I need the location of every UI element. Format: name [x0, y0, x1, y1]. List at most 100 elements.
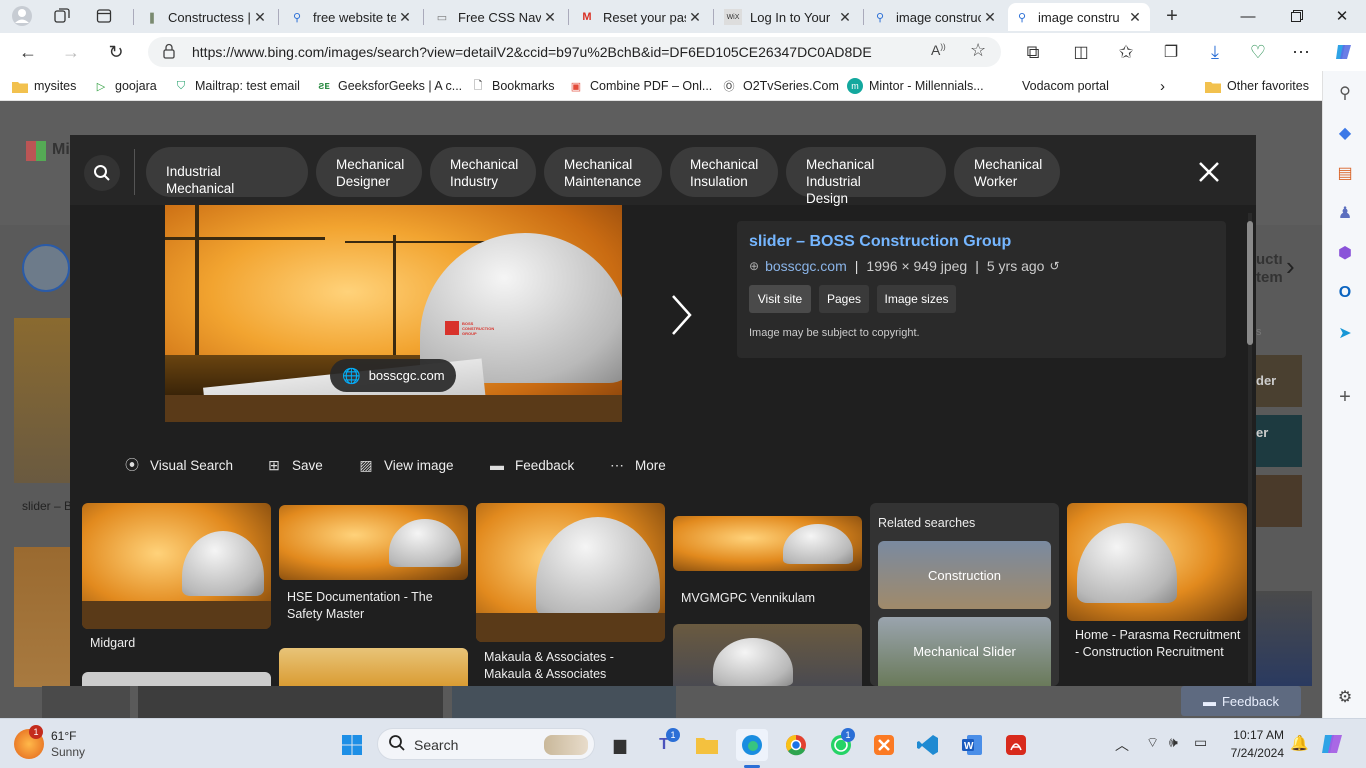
domain-link[interactable]: bosscgc.com — [765, 258, 847, 274]
bg-next-chevron-icon[interactable]: › — [1286, 251, 1295, 282]
result-thumb-midgard[interactable] — [82, 503, 271, 629]
result-caption[interactable]: MVGMGPC Vennikulam — [681, 590, 815, 607]
acrobat-icon[interactable] — [1000, 729, 1032, 761]
result-thumb-partial[interactable] — [82, 672, 271, 686]
bookmark-geeksforgeeks[interactable]: ƨᴇ GeeksforGeeks | A c... — [316, 78, 462, 94]
bg-thumb-left[interactable] — [14, 318, 70, 483]
image-title-link[interactable]: slider – BOSS Construction Group — [749, 233, 1011, 251]
url-box[interactable]: https://www.bing.com/images/search?view=… — [148, 37, 1001, 67]
chip-mechanical-designer[interactable]: Mechanical Designer — [316, 147, 422, 197]
feedback-button[interactable]: ▬ Feedback — [487, 455, 574, 475]
result-caption[interactable]: Midgard — [90, 635, 135, 652]
next-image-chevron-icon[interactable] — [666, 290, 696, 340]
bookmark-mailtrap[interactable]: ⛉ Mailtrap: test email — [173, 78, 300, 94]
split-screen-icon[interactable]: ◫ — [1067, 39, 1095, 65]
collections-icon[interactable]: ❐ — [1157, 39, 1185, 65]
close-overlay-icon[interactable] — [1194, 157, 1224, 187]
tab-wix-login[interactable]: WiX Log In to Your ✕ — [718, 3, 860, 31]
notification-bell-icon[interactable]: 🔔 — [1290, 734, 1309, 752]
settings-more-icon[interactable]: ⋯ — [1287, 39, 1315, 65]
result-caption[interactable]: Home - Parasma Recruitment - Constructio… — [1075, 627, 1245, 661]
people-icon[interactable]: ♟ — [1331, 199, 1359, 227]
close-icon[interactable]: ✕ — [541, 9, 559, 26]
bookmark-bookmarks[interactable]: 🗋 Bookmarks — [470, 78, 555, 94]
bg-feedback-button[interactable]: ▬ Feedback — [1181, 686, 1301, 716]
refresh-icon[interactable]: ↻ — [102, 39, 130, 65]
chip-industrial-mechanical[interactable]: Industrial Mechanical — [146, 147, 308, 197]
clock-date[interactable]: 7/24/2024 — [1224, 746, 1284, 760]
tab-reset-password[interactable]: M Reset your pas ✕ — [573, 3, 710, 31]
toolbox-icon[interactable]: ▤ — [1331, 159, 1359, 187]
result-thumb-helmets[interactable] — [673, 624, 862, 686]
xampp-icon[interactable] — [868, 729, 900, 761]
tag-icon[interactable]: ◆ — [1331, 119, 1359, 147]
add-icon[interactable]: + — [1331, 383, 1359, 411]
restore-button[interactable] — [1277, 4, 1317, 28]
bg-bottom-thumb-3[interactable] — [452, 686, 676, 718]
visual-search-button[interactable]: ⦿ Visual Search — [122, 455, 233, 475]
new-tab-button[interactable]: + — [1159, 4, 1185, 28]
close-icon[interactable]: ✕ — [981, 9, 999, 26]
close-icon[interactable]: ✕ — [251, 9, 269, 26]
search-icon[interactable] — [84, 155, 120, 191]
close-icon[interactable]: ✕ — [686, 9, 704, 26]
bg-right-thumb-3[interactable] — [1256, 475, 1302, 527]
pages-button[interactable]: Pages — [819, 285, 869, 313]
workspaces-icon[interactable] — [49, 4, 75, 28]
bookmark-mintor[interactable]: m Mintor - Millennials... — [847, 78, 984, 94]
save-button[interactable]: ⊞ Save — [264, 455, 323, 475]
url-text[interactable]: https://www.bing.com/images/search?view=… — [192, 44, 872, 60]
word-icon[interactable]: W — [956, 729, 988, 761]
gear-icon[interactable]: ⚙ — [1331, 683, 1359, 711]
chip-mechanical-maintenance[interactable]: Mechanical Maintenance — [544, 147, 662, 197]
browser-essentials-icon[interactable]: ♡ — [1244, 39, 1272, 65]
battery-icon[interactable]: ▭ — [1194, 734, 1207, 751]
related-mechanical-slider[interactable]: Mechanical Slider — [878, 617, 1051, 686]
minimize-button[interactable]: — — [1228, 4, 1268, 28]
send-icon[interactable]: ➤ — [1331, 319, 1359, 347]
result-thumb-mvgmgpc[interactable] — [673, 516, 862, 571]
search-icon[interactable]: ⚲ — [1331, 79, 1359, 107]
weather-desc[interactable]: Sunny — [51, 745, 85, 759]
result-caption[interactable]: HSE Documentation - The Safety Master — [287, 589, 462, 623]
bookmarks-more-chevron-icon[interactable]: › — [1160, 78, 1165, 95]
result-thumb-hse[interactable] — [279, 505, 468, 580]
bg-bottom-thumb-2[interactable] — [138, 686, 443, 718]
copilot-sidebar-icon[interactable]: ⬢ — [1331, 239, 1359, 267]
view-image-button[interactable]: ▨ View image — [356, 455, 453, 475]
clock-time[interactable]: 10:17 AM — [1224, 728, 1284, 742]
result-thumb-partial[interactable] — [279, 648, 468, 686]
chip-mechanical-insulation[interactable]: Mechanical Insulation — [670, 147, 778, 197]
tab-free-website[interactable]: ⚲ free website te ✕ — [283, 3, 420, 31]
forward-icon[interactable]: → — [57, 39, 85, 65]
downloads-icon[interactable]: ⤓ — [1201, 39, 1229, 65]
close-icon[interactable]: ✕ — [1126, 9, 1144, 26]
vscode-icon[interactable] — [912, 729, 944, 761]
close-window-button[interactable]: ✕ — [1322, 4, 1362, 28]
volume-icon[interactable]: 🕪 — [1169, 734, 1178, 751]
edge-taskbar-icon[interactable] — [736, 729, 768, 761]
weather-temp[interactable]: 61°F — [51, 729, 76, 743]
extensions-icon[interactable]: ⧉ — [1019, 39, 1047, 65]
bookmark-combine-pdf[interactable]: ▣ Combine PDF – Onl... — [568, 78, 712, 94]
bg-right-thumb-2[interactable]: er — [1256, 415, 1302, 467]
tab-image-construction[interactable]: ⚲ image construc ✕ — [866, 3, 1005, 31]
task-view-icon[interactable]: ▆ — [604, 729, 636, 761]
file-explorer-icon[interactable] — [691, 729, 723, 761]
show-hidden-icons-chevron-icon[interactable]: ︿ — [1115, 735, 1129, 755]
category-avatar[interactable] — [22, 244, 70, 292]
lock-icon[interactable] — [162, 43, 176, 62]
result-thumb-parasma[interactable] — [1067, 503, 1247, 621]
chrome-icon[interactable] — [780, 729, 812, 761]
windows-start-icon[interactable] — [336, 729, 368, 761]
result-caption[interactable]: Makaula & Associates - Makaula & Associa… — [484, 649, 659, 683]
tab-free-css[interactable]: ▭ Free CSS Navig ✕ — [428, 3, 565, 31]
more-button[interactable]: ⋯ More — [607, 455, 666, 475]
result-thumb-makaula[interactable] — [476, 503, 665, 642]
bg-right-thumb-1[interactable]: der — [1256, 355, 1302, 407]
back-icon[interactable]: ← — [14, 39, 42, 65]
favorites-icon[interactable]: ✩ — [1112, 39, 1140, 65]
close-icon[interactable]: ✕ — [396, 9, 414, 26]
chip-mechanical-worker[interactable]: Mechanical Worker — [954, 147, 1060, 197]
tab-actions-icon[interactable] — [91, 4, 117, 28]
